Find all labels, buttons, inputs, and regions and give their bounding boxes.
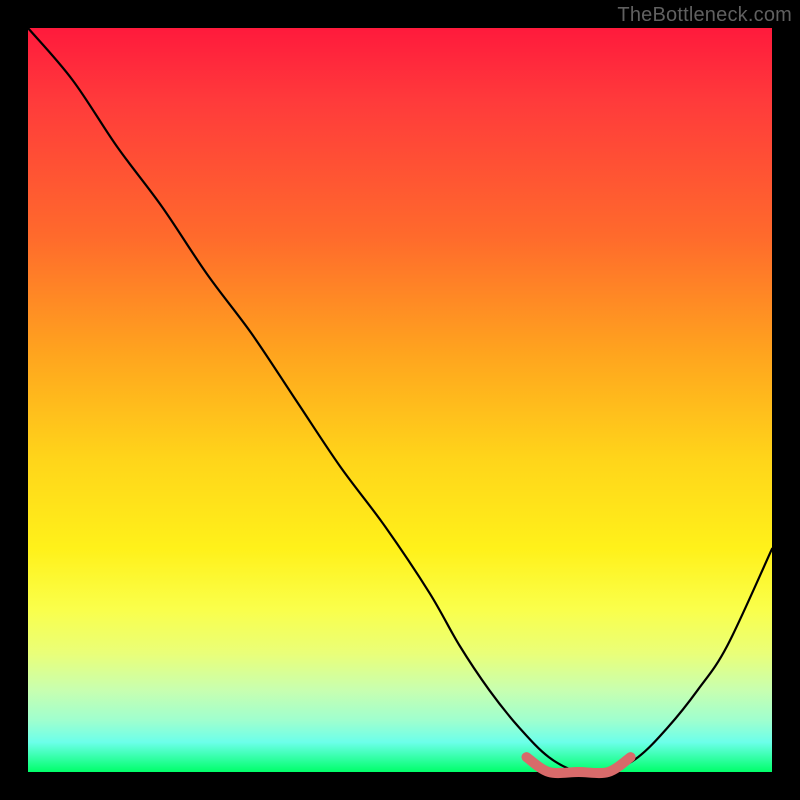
chart-frame: TheBottleneck.com <box>0 0 800 800</box>
bottleneck-curve-line <box>28 28 772 774</box>
chart-svg <box>28 28 772 772</box>
watermark-text: TheBottleneck.com <box>617 4 792 27</box>
optimal-range-highlight <box>527 757 631 773</box>
